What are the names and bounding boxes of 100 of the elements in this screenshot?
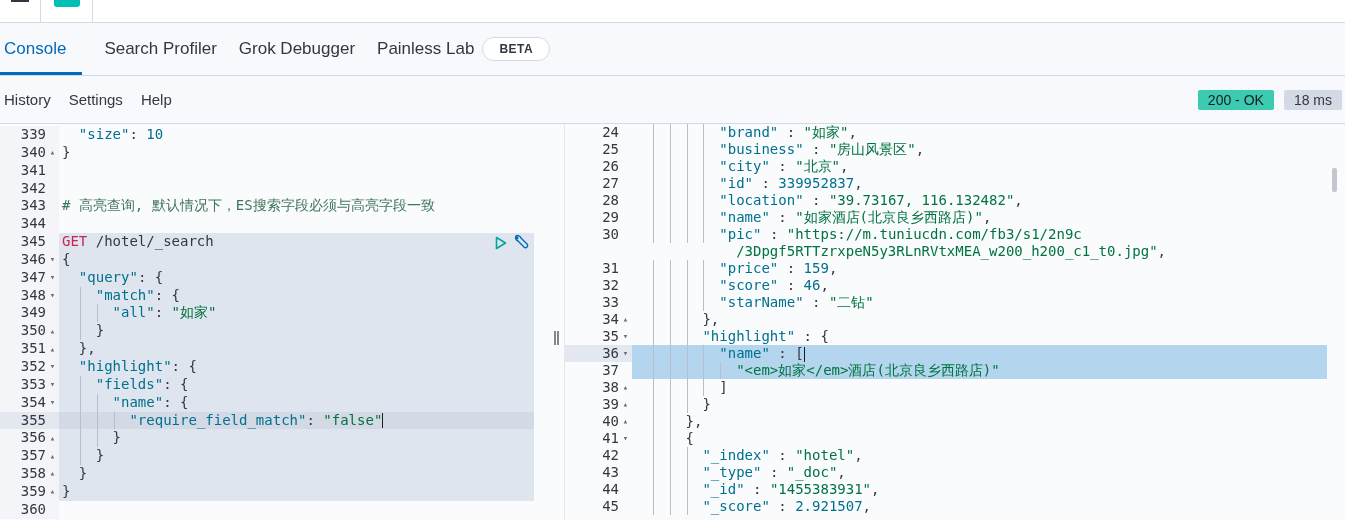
status-badge: 200 - OK [1197, 89, 1274, 110]
fold-marker[interactable]: ▴ [49, 148, 56, 158]
indent-guide [720, 362, 722, 379]
line-number: 29 [602, 209, 619, 226]
code-line: }, [78, 340, 96, 357]
code-line: "price" : 159, [719, 260, 838, 276]
resize-handle-icon[interactable] [553, 331, 559, 345]
code-line: "_score" : 2.921507, [702, 498, 872, 514]
fold-marker[interactable]: ▴ [622, 383, 629, 392]
fold-marker[interactable]: ▴ [622, 400, 629, 409]
code-line: } [112, 429, 121, 446]
fold-marker[interactable]: ▾ [49, 273, 56, 283]
code-line: "name": { [112, 393, 189, 410]
line-number: 348 [20, 286, 46, 305]
menu-link[interactable]: Settings [68, 91, 123, 108]
line-number: 43 [602, 464, 619, 481]
fold-marker[interactable]: ▾ [622, 434, 629, 443]
tab[interactable]: Grok Debugger [238, 23, 356, 75]
line-number: 26 [602, 158, 619, 175]
fold-marker[interactable]: ▾ [622, 332, 629, 341]
fold-marker[interactable]: ▴ [49, 451, 56, 461]
line-number: 339 [20, 126, 46, 144]
fold-marker[interactable]: ▾ [49, 291, 56, 300]
code-line: "query": { [78, 268, 164, 285]
code-line: "highlight": { [78, 357, 197, 374]
fold-marker[interactable]: ▴ [49, 344, 56, 354]
line-number: 354 [20, 393, 46, 412]
line-number: 345 [20, 233, 46, 251]
code-line: "match": { [95, 286, 181, 303]
line-number: 341 [20, 161, 46, 180]
line-number: 30 [602, 226, 619, 243]
line-number: 340 [20, 143, 46, 162]
code-line: { [62, 250, 71, 267]
code-line: { [685, 430, 694, 446]
text-cursor [803, 346, 805, 362]
code-line: "_type" : "_doc", [702, 464, 846, 480]
line-number: 25 [602, 141, 619, 158]
line-number: 28 [602, 192, 619, 209]
code-line: "all": "如家" [112, 304, 217, 321]
line-number: 31 [602, 260, 619, 277]
code-line: "fields": { [95, 375, 189, 392]
line-number: 32 [602, 277, 619, 294]
code-line: "highlight" : { [702, 328, 829, 344]
fold-marker[interactable]: ▾ [49, 362, 56, 372]
code-line: "_id" : "1455383931", [702, 481, 880, 497]
line-number: 356 [20, 429, 46, 448]
beta-badge: BETA [482, 37, 551, 61]
fold-marker[interactable]: ▾ [49, 380, 56, 390]
menu-link[interactable]: Help [140, 91, 172, 108]
code-line: } [78, 465, 88, 482]
line-number: 359 [20, 482, 46, 501]
line-number: 357 [20, 447, 46, 466]
code-line: "starName" : "二钻" [719, 294, 874, 310]
code-line: } [62, 143, 71, 160]
line-number: 350 [20, 322, 46, 341]
fold-marker[interactable]: ▴ [622, 315, 629, 324]
fold-marker[interactable]: ▴ [49, 487, 56, 497]
text-cursor [382, 413, 384, 428]
fold-marker[interactable]: ▴ [49, 433, 56, 443]
code-line: "pic" : "https://m.tuniucdn.com/fb3/s1/2n9c [719, 226, 1082, 242]
code-line: "location" : "39.73167, 116.132482", [719, 192, 1023, 208]
line-number: 342 [20, 179, 46, 198]
line-number: 351 [20, 340, 46, 358]
play-icon[interactable] [495, 235, 507, 250]
code-line: "business" : "房山风景区", [719, 141, 925, 157]
line-number: 45 [602, 498, 619, 515]
code-line: "name" : "如家酒店(北京良乡西路店)", [719, 209, 992, 225]
line-number: 343 [20, 197, 46, 216]
line-number: 347 [20, 268, 46, 287]
fold-marker[interactable]: ▾ [49, 255, 56, 265]
code-line: } [95, 322, 105, 339]
code-line: "brand" : "如家", [719, 124, 857, 140]
line-number: 346 [20, 250, 46, 269]
tab[interactable]: Painless Lab [377, 23, 475, 75]
code-line: } [62, 482, 71, 499]
code-line: "id" : 339952837, [719, 175, 863, 191]
scrollbar-thumb[interactable] [1332, 168, 1337, 192]
fold-marker[interactable]: ▾ [49, 398, 56, 408]
fold-marker[interactable]: ▾ [622, 349, 629, 358]
fold-marker[interactable]: ▴ [622, 417, 629, 426]
menu-link[interactable]: History [4, 91, 51, 108]
line-number: 344 [20, 215, 46, 234]
code-line: "_index" : "hotel", [702, 447, 863, 463]
line-number: 349 [20, 304, 46, 323]
line-number: 40 [602, 413, 619, 430]
tab[interactable]: Search Profiler [104, 23, 217, 75]
code-line: "name" : [ [719, 345, 804, 361]
code-line: # 高亮查询, 默认情况下，ES搜索字段必须与高亮字段一致 [62, 197, 435, 214]
line-number: 358 [20, 465, 46, 483]
line-number: 360 [20, 500, 46, 519]
fold-marker[interactable]: ▴ [49, 326, 56, 336]
fold-marker[interactable]: ▴ [49, 469, 56, 479]
code-line: "score" : 46, [719, 277, 829, 293]
code-line: }, [685, 413, 703, 429]
line-number: 35 [602, 328, 619, 345]
line-number: 27 [602, 175, 619, 192]
code-line: "city" : "北京", [719, 158, 849, 174]
logo-icon[interactable] [53, 0, 80, 7]
code-line: GET /hotel/_search [62, 233, 214, 250]
code-line: ] [719, 379, 728, 395]
